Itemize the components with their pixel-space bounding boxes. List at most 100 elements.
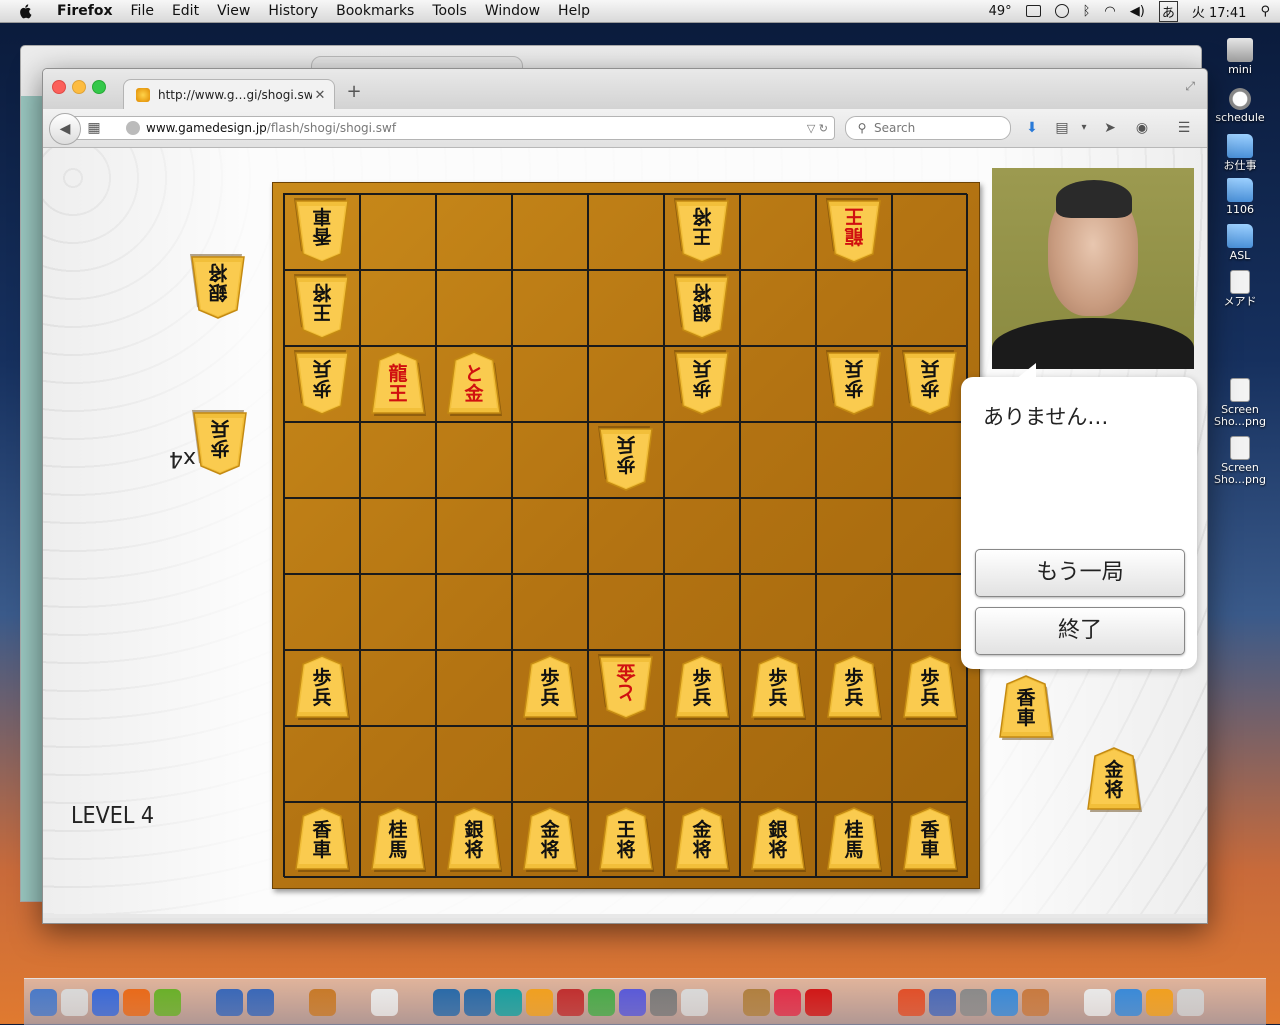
board-square[interactable]: と金 — [436, 346, 512, 422]
sente-piece[interactable]: 金将 — [673, 806, 731, 872]
sente-piece[interactable]: 王将 — [597, 806, 655, 872]
dock-app-icon[interactable] — [1177, 988, 1204, 1016]
dock-app-icon[interactable] — [61, 988, 88, 1016]
board-square[interactable] — [512, 422, 588, 498]
desktop-icon[interactable]: mini — [1210, 38, 1270, 76]
window-minimize-button[interactable] — [72, 80, 86, 94]
sente-hand-gold[interactable]: 金将 — [1085, 746, 1143, 812]
dock-app-icon[interactable] — [898, 988, 925, 1016]
board-square[interactable] — [360, 650, 436, 726]
board-square[interactable]: 銀将 — [664, 270, 740, 346]
dock-app-icon[interactable] — [1022, 988, 1049, 1016]
board-square[interactable]: 歩兵 — [664, 346, 740, 422]
board-square[interactable] — [512, 270, 588, 346]
board-square[interactable] — [436, 574, 512, 650]
board-square[interactable]: 歩兵 — [284, 650, 360, 726]
sente-hand-piece[interactable]: 香車 — [997, 674, 1055, 740]
board-square[interactable] — [892, 574, 968, 650]
dock-app-icon[interactable] — [743, 988, 770, 1016]
board-square[interactable] — [892, 422, 968, 498]
gote-piece[interactable]: 歩兵 — [293, 350, 351, 416]
board-square[interactable] — [436, 726, 512, 802]
board-square[interactable] — [588, 194, 664, 270]
tab-close-icon[interactable]: ✕ — [312, 88, 328, 103]
board-square[interactable] — [360, 194, 436, 270]
menu-app-name[interactable]: Firefox — [48, 0, 122, 22]
board-square[interactable] — [664, 422, 740, 498]
sente-hand-piece[interactable]: 金将 — [1085, 746, 1143, 812]
board-square[interactable] — [588, 726, 664, 802]
board-square[interactable] — [284, 498, 360, 574]
dock-app-icon[interactable] — [619, 988, 646, 1016]
quit-button[interactable]: 終了 — [975, 607, 1185, 655]
dock-app-icon[interactable] — [929, 988, 956, 1016]
board-square[interactable] — [436, 194, 512, 270]
board-square[interactable]: 銀将 — [740, 802, 816, 878]
board-square[interactable] — [436, 422, 512, 498]
board-square[interactable] — [512, 574, 588, 650]
board-square[interactable] — [436, 498, 512, 574]
play-again-button[interactable]: もう一局 — [975, 549, 1185, 597]
board-square[interactable] — [512, 194, 588, 270]
board-square[interactable]: 桂馬 — [816, 802, 892, 878]
window-close-button[interactable] — [52, 80, 66, 94]
menubar-clock[interactable]: 火 17:41 — [1192, 2, 1247, 21]
gote-piece[interactable]: 王将 — [293, 274, 351, 340]
gote-piece[interactable]: 銀将 — [673, 274, 731, 340]
sente-piece[interactable]: と金 — [445, 350, 503, 416]
sente-piece[interactable]: 歩兵 — [293, 654, 351, 720]
dock-app-icon[interactable] — [960, 988, 987, 1016]
gote-piece[interactable]: 歩兵 — [673, 350, 731, 416]
board-square[interactable]: 歩兵 — [664, 650, 740, 726]
dock-app-icon[interactable] — [1084, 988, 1111, 1016]
gote-hand-pawn[interactable]: 歩兵 — [191, 410, 249, 476]
menu-view[interactable]: View — [208, 0, 259, 22]
bookmarks-dropdown-icon[interactable]: ▾ — [1075, 119, 1093, 137]
gote-piece[interactable]: 歩兵 — [901, 350, 959, 416]
board-square[interactable] — [740, 574, 816, 650]
sente-piece[interactable]: 歩兵 — [673, 654, 731, 720]
sente-piece[interactable]: 金将 — [521, 806, 579, 872]
dock-app-icon[interactable] — [1053, 989, 1080, 1016]
dock-app-icon[interactable] — [92, 988, 119, 1016]
share-icon[interactable]: ➤ — [1101, 119, 1119, 137]
sente-hand-lance[interactable]: 香車 — [997, 674, 1055, 740]
board-square[interactable] — [664, 726, 740, 802]
board-square[interactable] — [360, 270, 436, 346]
board-square[interactable] — [588, 346, 664, 422]
gote-piece[interactable]: 香車 — [293, 198, 351, 264]
spotlight-icon[interactable]: ⚲ — [1260, 4, 1270, 19]
dock-app-icon[interactable] — [371, 988, 398, 1016]
menu-help[interactable]: Help — [549, 0, 599, 22]
sente-piece[interactable]: 銀将 — [445, 806, 503, 872]
board-square[interactable] — [588, 574, 664, 650]
board-square[interactable] — [664, 498, 740, 574]
board-square[interactable] — [816, 270, 892, 346]
sente-piece[interactable]: 龍王 — [369, 350, 427, 416]
desktop-icon[interactable]: Screen Sho...png — [1210, 436, 1270, 486]
sente-piece[interactable]: 香車 — [293, 806, 351, 872]
fullscreen-icon[interactable]: ⤢ — [1185, 79, 1195, 94]
sente-piece[interactable]: 香車 — [901, 806, 959, 872]
dock-app-icon[interactable] — [433, 988, 460, 1016]
browser-tab[interactable]: http://www.g…gi/shogi.swf ✕ — [123, 79, 335, 110]
board-square[interactable] — [436, 270, 512, 346]
board-square[interactable]: 龍王 — [816, 194, 892, 270]
board-square[interactable] — [512, 726, 588, 802]
menu-history[interactable]: History — [259, 0, 327, 22]
apple-menu-icon[interactable] — [18, 3, 34, 19]
gote-piece[interactable]: 歩兵 — [597, 426, 655, 492]
board-square[interactable]: 歩兵 — [892, 650, 968, 726]
dock-app-icon[interactable] — [1208, 989, 1235, 1016]
time-machine-icon[interactable] — [1054, 4, 1069, 18]
board-square[interactable] — [740, 194, 816, 270]
desktop-icon[interactable]: schedule — [1210, 88, 1270, 124]
gote-hand-piece[interactable]: 歩兵 — [191, 410, 249, 476]
dock-app-icon[interactable] — [247, 988, 274, 1016]
board-square[interactable]: 歩兵 — [740, 650, 816, 726]
dock-app-icon[interactable] — [278, 989, 305, 1016]
input-method-indicator[interactable]: あ — [1158, 0, 1178, 22]
board-square[interactable] — [360, 726, 436, 802]
dock-app-icon[interactable] — [650, 988, 677, 1016]
board-square[interactable]: 香車 — [284, 802, 360, 878]
